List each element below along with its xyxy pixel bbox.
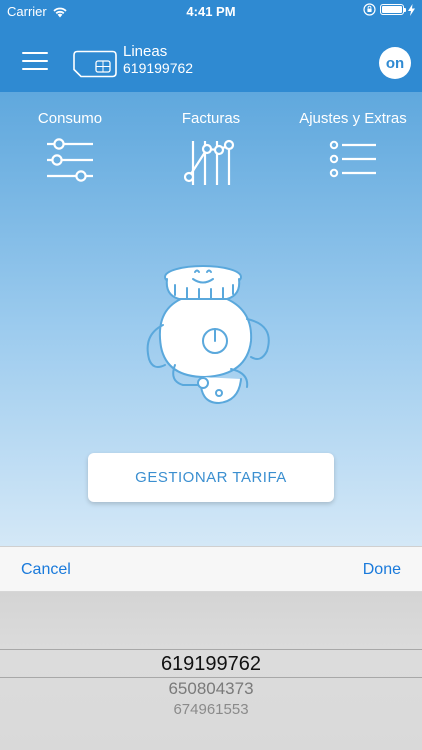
chart-line-icon [184,139,235,185]
nav-bar: Lineas 619199762 on [0,22,422,92]
shortcuts-row: Consumo Facturas Ajustes y Extras [0,110,422,210]
picker-selection-top-line [0,649,422,650]
shortcut-facturas[interactable]: Facturas [169,110,253,189]
battery-icon [380,4,406,15]
lines-title: Lineas [123,43,168,60]
picker-selection-bottom-line [0,677,422,678]
robot-mascot [146,265,270,404]
on-label: on [385,54,405,72]
hamburger-icon[interactable] [22,52,48,70]
status-right-group [363,3,415,16]
shortcut-facturas-label: Facturas [181,110,241,127]
picker-option[interactable]: 674961553 [0,701,422,718]
sim-card-icon [73,50,117,78]
line-picker[interactable]: 619199762 650804373 674961553 [0,592,422,750]
shortcut-consumo[interactable]: Consumo [28,110,112,183]
status-time: 4:41 PM [186,4,236,19]
current-phone-number: 619199762 [123,60,194,76]
app-screen: Carrier 4:41 PM Lineas 619199762 on Cons… [0,0,422,546]
gestionar-tarifa-button[interactable]: GESTIONAR TARIFA [88,453,334,502]
picker-toolbar: Cancel Done [0,546,422,592]
sliders-icon [47,138,93,182]
lock-rotation-icon [363,3,376,16]
picker-option[interactable]: 619199762 [0,653,422,676]
picker-option[interactable]: 650804373 [0,679,422,699]
status-bar: Carrier 4:41 PM [0,0,422,22]
shortcut-ajustes-extras[interactable]: Ajustes y Extras [290,110,416,179]
charging-icon [408,3,415,16]
shortcut-consumo-label: Consumo [37,110,103,127]
shortcut-ajustes-label: Ajustes y Extras [299,110,407,127]
list-icon [329,140,376,178]
on-logo-button[interactable]: on [379,47,411,79]
cancel-button[interactable]: Cancel [21,561,71,579]
lines-selector[interactable]: Lineas 619199762 [123,43,194,77]
done-button[interactable]: Done [363,561,401,579]
